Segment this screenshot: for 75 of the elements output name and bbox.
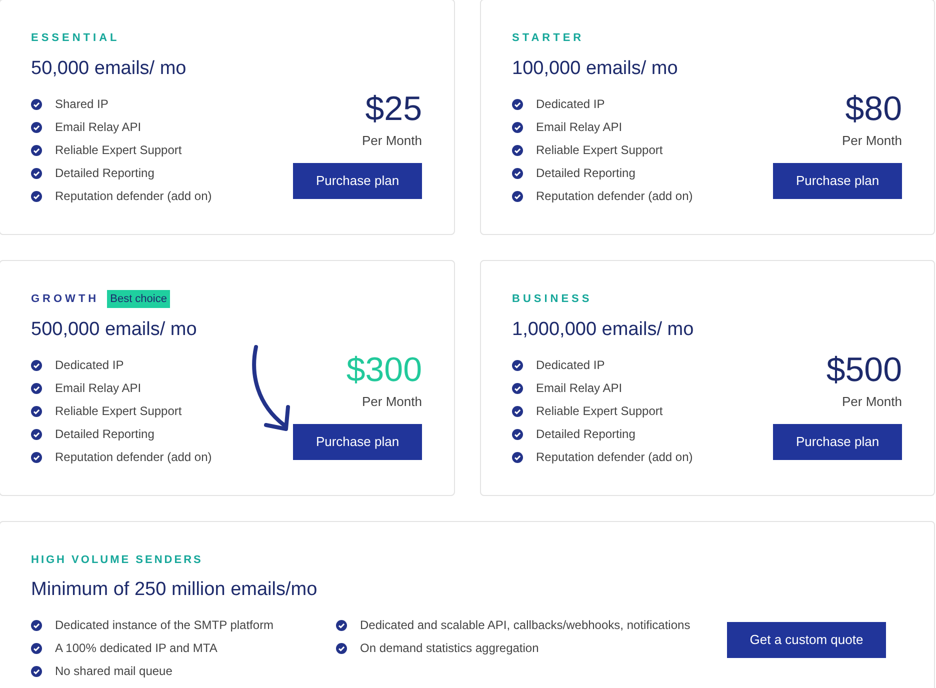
check-circle-icon bbox=[31, 360, 42, 370]
plan-headline: 100,000 emails/ mo bbox=[512, 57, 679, 81]
purchase-button[interactable]: Purchase plan bbox=[293, 162, 422, 198]
feature-text: Dedicated instance of the SMTP platform bbox=[55, 617, 274, 634]
check-circle-icon bbox=[31, 666, 42, 676]
check-circle-icon bbox=[512, 406, 523, 416]
feature-text: Dedicated and scalable API, callbacks/webhooks, notifications bbox=[360, 617, 690, 634]
feature-text: Dedicated IP bbox=[536, 96, 605, 113]
curved-arrow-icon bbox=[250, 345, 292, 433]
plan-label: GROWTH bbox=[31, 292, 100, 307]
check-circle-icon bbox=[31, 382, 42, 394]
feature-text: Email Relay API bbox=[536, 380, 622, 397]
check-circle-icon bbox=[31, 428, 42, 440]
purchase-button[interactable]: Purchase plan bbox=[293, 424, 422, 460]
plan-headline: 50,000 emails/ mo bbox=[31, 57, 188, 81]
feature-text: Detailed Reporting bbox=[55, 426, 154, 443]
feature-text: Dedicated IP bbox=[55, 357, 124, 374]
price-period: Per Month bbox=[842, 393, 902, 411]
feature-text: Email Relay API bbox=[536, 119, 622, 136]
price-period: Per Month bbox=[362, 132, 422, 150]
feature-text: On demand statistics aggregation bbox=[360, 640, 539, 657]
check-circle-icon bbox=[31, 98, 42, 110]
feature-text: Reliable Expert Support bbox=[55, 142, 182, 159]
check-circle-icon bbox=[512, 168, 523, 178]
plan-label: BUSINESS bbox=[512, 292, 592, 307]
check-circle-icon bbox=[31, 122, 42, 132]
feature-text: A 100% dedicated IP and MTA bbox=[55, 640, 218, 657]
check-circle-icon bbox=[512, 382, 523, 394]
custom-quote-button[interactable]: Get a custom quote bbox=[727, 622, 886, 658]
check-circle-icon bbox=[31, 168, 42, 178]
plan-label: STARTER bbox=[512, 30, 584, 46]
check-circle-icon bbox=[31, 620, 42, 630]
check-circle-icon bbox=[512, 190, 523, 202]
feature-text: Detailed Reporting bbox=[536, 426, 636, 443]
check-circle-icon bbox=[512, 360, 523, 370]
price: $300 bbox=[346, 351, 422, 389]
feature-text: Detailed Reporting bbox=[55, 165, 154, 182]
feature-text: Shared IP bbox=[55, 96, 108, 113]
plan-label: HIGH VOLUME SENDERS bbox=[31, 553, 204, 568]
check-circle-icon bbox=[31, 190, 42, 202]
feature-text: Dedicated IP bbox=[536, 357, 605, 374]
check-circle-icon bbox=[512, 144, 523, 156]
price: $80 bbox=[845, 90, 902, 128]
check-circle-icon bbox=[336, 642, 347, 654]
feature-text: No shared mail queue bbox=[55, 663, 172, 680]
check-circle-icon bbox=[31, 642, 42, 654]
check-circle-icon bbox=[31, 144, 42, 156]
plan-headline: 1,000,000 emails/ mo bbox=[512, 318, 695, 342]
price-period: Per Month bbox=[362, 393, 422, 411]
plan-headline: Minimum of 250 million emails/mo bbox=[31, 578, 318, 602]
feature-text: Email Relay API bbox=[55, 119, 142, 136]
price-period: Per Month bbox=[842, 132, 902, 150]
check-circle-icon bbox=[31, 406, 42, 416]
feature-text: Reliable Expert Support bbox=[55, 403, 182, 420]
purchase-button[interactable]: Purchase plan bbox=[773, 162, 902, 198]
feature-text: Email Relay API bbox=[55, 380, 142, 397]
best-choice-badge: Best choice bbox=[107, 290, 170, 308]
check-circle-icon bbox=[512, 122, 523, 132]
plan-headline: 500,000 emails/ mo bbox=[31, 318, 198, 342]
check-circle-icon bbox=[512, 98, 523, 110]
price: $25 bbox=[365, 90, 422, 128]
check-circle-icon bbox=[336, 620, 347, 630]
feature-text: Reputation defender (add on) bbox=[536, 449, 693, 466]
feature-text: Reputation defender (add on) bbox=[536, 188, 693, 205]
check-circle-icon bbox=[31, 452, 42, 462]
plan-label: ESSENTIAL bbox=[31, 30, 120, 46]
feature-text: Reliable Expert Support bbox=[536, 142, 663, 159]
feature-text: Reputation defender (add on) bbox=[55, 188, 212, 205]
check-circle-icon bbox=[512, 452, 523, 462]
feature-text: Detailed Reporting bbox=[536, 165, 636, 182]
feature-text: Reputation defender (add on) bbox=[55, 449, 212, 466]
price: $500 bbox=[826, 351, 902, 389]
purchase-button[interactable]: Purchase plan bbox=[773, 424, 902, 460]
check-circle-icon bbox=[512, 428, 523, 440]
feature-text: Reliable Expert Support bbox=[536, 403, 663, 420]
